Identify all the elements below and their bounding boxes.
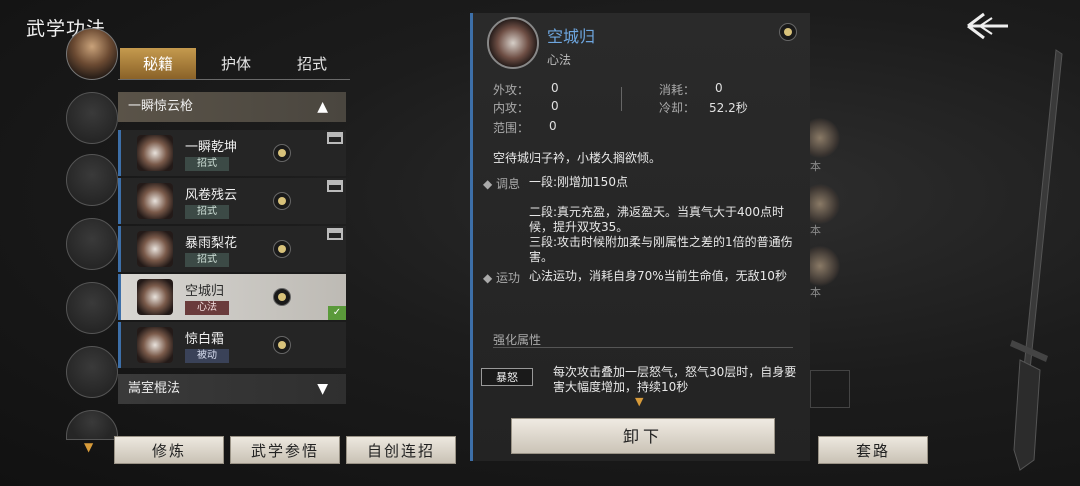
divider — [493, 347, 793, 348]
enhance-text: 每次攻击叠加一层怒气，怒气30层时，自身要害大幅度增加，持续10秒 — [553, 365, 797, 393]
skill-name: 空城归 — [185, 284, 225, 299]
skill-icon — [137, 183, 173, 219]
tab-huti[interactable]: 护体 — [198, 48, 274, 79]
tab-miji[interactable]: 秘籍 — [120, 48, 196, 79]
skill-name: 一瞬乾坤 — [185, 140, 238, 155]
equip-slot-icon — [327, 132, 343, 144]
coin-icon — [273, 288, 291, 306]
skill-description: 空待城归子衿，小楼久搁欲倾。 — [493, 151, 662, 165]
skill-name: 暴雨梨花 — [185, 236, 238, 251]
stat-label: 范围： — [493, 121, 530, 135]
group-header-collapsed[interactable]: 嵩室棍法 ▼ — [118, 374, 346, 404]
equip-slot-icon — [327, 228, 343, 240]
skill-detail-panel: 空城归 心法 外攻： 0 内攻： 0 范围： 0 消耗： 0 冷却： 52.2秒… — [470, 13, 810, 461]
stat-label: 消耗： — [659, 83, 696, 97]
skill-icon — [137, 135, 173, 171]
stat-label: 冷却： — [659, 101, 696, 115]
empty-slot[interactable] — [66, 154, 118, 206]
group-title: 一瞬惊云枪 — [128, 99, 194, 114]
enhance-title: 强化属性 — [493, 333, 542, 347]
coin-icon — [273, 192, 291, 210]
divider — [621, 87, 622, 111]
scroll-down-icon[interactable]: ▼ — [84, 440, 93, 454]
scroll-down-icon[interactable]: ▼ — [635, 395, 643, 408]
background-label: 本 — [810, 224, 821, 237]
empty-slot[interactable] — [66, 218, 118, 270]
tiaoxi-text-3: 三段:攻击时候附加柔与刚属性之差的1倍的普通伤害。 — [529, 235, 793, 264]
skill-tag: 心法 — [185, 301, 229, 315]
sword-illustration — [990, 40, 1080, 480]
yungong-text: 心法运功，消耗自身70%当前生命值，无敌10秒 — [529, 269, 787, 283]
stat-value: 0 — [549, 119, 557, 133]
coin-icon — [273, 240, 291, 258]
skill-tag: 被动 — [185, 349, 229, 363]
empty-slot[interactable] — [66, 410, 118, 440]
skill-item-selected[interactable]: 空城归 心法 ✓ — [118, 274, 346, 320]
skill-item[interactable]: 风卷残云 招式 — [118, 178, 346, 224]
skill-tag: 招式 — [185, 253, 229, 267]
train-button[interactable]: 修炼 — [114, 436, 224, 464]
tiaoxi-label: ◆ 调息 — [483, 177, 521, 191]
stat-label: 内攻： — [493, 101, 530, 115]
coin-icon — [273, 336, 291, 354]
tiaoxi-text-1: 一段:刚增加150点 — [529, 175, 628, 189]
stat-value: 0 — [551, 81, 559, 95]
routine-button[interactable]: 套路 — [818, 436, 928, 464]
group-title: 嵩室棍法 — [128, 381, 181, 396]
stat-label: 外攻： — [493, 83, 530, 97]
skill-item[interactable]: 一瞬乾坤 招式 — [118, 130, 346, 176]
background-label: 本 — [810, 286, 821, 299]
skill-item[interactable]: 惊白霜 被动 — [118, 322, 346, 368]
empty-slot[interactable] — [66, 282, 118, 334]
group-header-expanded[interactable]: 一瞬惊云枪 ▲ — [118, 92, 346, 122]
detail-skill-name: 空城归 — [547, 27, 596, 46]
character-avatar[interactable] — [66, 28, 118, 80]
yungong-label: ◆ 运功 — [483, 271, 521, 285]
empty-slot[interactable] — [66, 92, 118, 144]
equip-slot-icon — [327, 180, 343, 192]
insight-button[interactable]: 武学参悟 — [230, 436, 340, 464]
category-tabs: 秘籍 护体 招式 — [118, 48, 350, 80]
back-arrow-icon[interactable] — [962, 8, 1012, 44]
detail-skill-icon — [487, 17, 539, 69]
coin-icon — [779, 23, 797, 41]
skill-icon — [137, 231, 173, 267]
unequip-button[interactable]: 卸下 — [511, 418, 775, 454]
tiaoxi-text-2: 二段:真元充盈，沸返盈天。当真气大于400点时候，提升双攻35。 — [529, 205, 784, 234]
background-label: 本 — [810, 160, 821, 173]
background-frame — [810, 370, 850, 408]
skill-icon — [137, 327, 173, 363]
check-icon: ✓ — [328, 306, 346, 320]
coin-icon — [273, 144, 291, 162]
detail-skill-type: 心法 — [547, 53, 572, 67]
enhance-badge: 暴怒 — [481, 368, 533, 386]
tab-zhaoshi[interactable]: 招式 — [274, 48, 350, 79]
chevron-up-icon: ▲ — [317, 99, 328, 115]
stat-value: 0 — [551, 99, 559, 113]
skill-name: 风卷残云 — [185, 188, 238, 203]
stat-value: 0 — [715, 81, 723, 95]
combo-button[interactable]: 自创连招 — [346, 436, 456, 464]
skill-tag: 招式 — [185, 205, 229, 219]
chevron-down-icon: ▼ — [317, 381, 328, 397]
skill-tag: 招式 — [185, 157, 229, 171]
skill-item[interactable]: 暴雨梨花 招式 — [118, 226, 346, 272]
skill-name: 惊白霜 — [185, 332, 225, 347]
skill-icon — [137, 279, 173, 315]
stat-value: 52.2秒 — [709, 101, 748, 115]
empty-slot[interactable] — [66, 346, 118, 398]
